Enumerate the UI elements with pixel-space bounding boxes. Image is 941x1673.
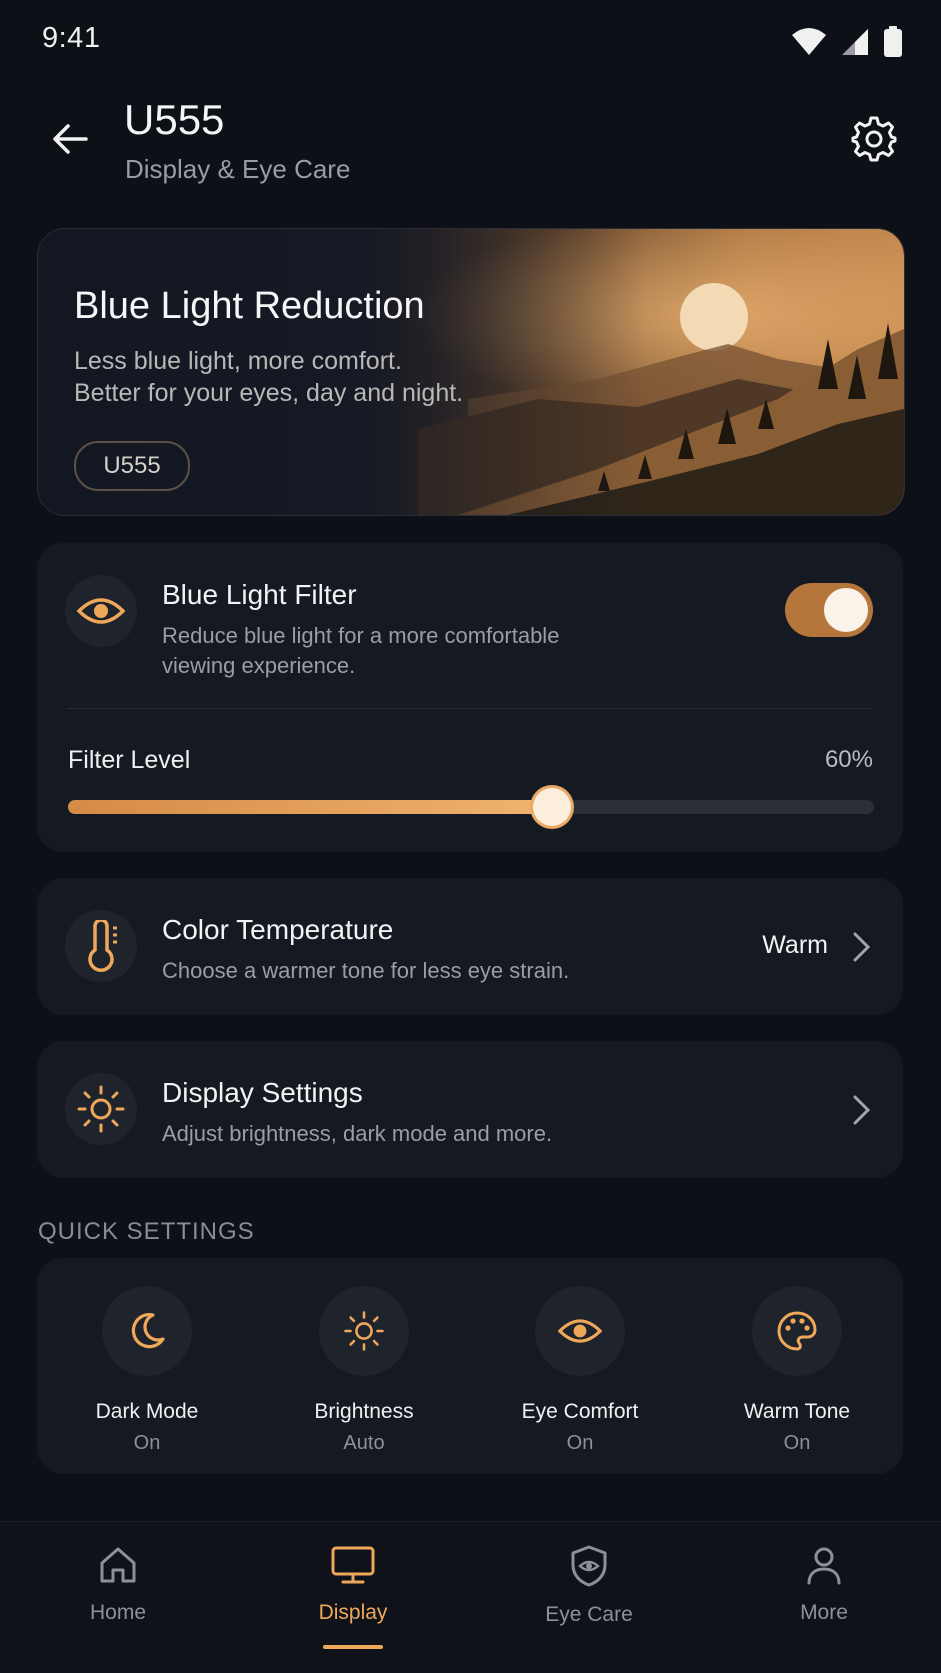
qs-value: On: [133, 1432, 161, 1454]
eye-icon-circle: [65, 575, 137, 647]
device-chip[interactable]: U555: [74, 441, 190, 491]
nav-display[interactable]: Display: [273, 1544, 433, 1625]
nav-eye-care[interactable]: Eye Care: [509, 1544, 669, 1627]
qs-label: Eye Comfort: [521, 1400, 639, 1423]
hero-line-2: Better for your eyes, day and night.: [74, 379, 464, 407]
quick-setting-eye-comfort[interactable]: Eye Comfort On: [480, 1286, 680, 1455]
back-arrow-icon[interactable]: [46, 115, 94, 163]
nav-label: Eye Care: [545, 1603, 633, 1626]
hero-line-1: Less blue light, more comfort.: [74, 347, 402, 375]
blue-light-filter-card: Blue Light Filter Reduce blue light for …: [37, 543, 903, 852]
monitor-icon: [331, 1546, 375, 1584]
color-temperature-card[interactable]: Color Temperature Choose a warmer tone f…: [37, 878, 903, 1015]
slider-knob[interactable]: [532, 788, 571, 826]
qs-label: Warm Tone: [743, 1400, 851, 1423]
nav-label: Home: [89, 1601, 147, 1624]
toggle-knob: [824, 588, 868, 632]
chevron-right-icon: [853, 932, 871, 962]
display-settings-title: Display Settings: [162, 1077, 363, 1108]
quick-setting-warm-tone[interactable]: Warm Tone On: [697, 1286, 897, 1455]
color-temp-desc: Choose a warmer tone for less eye strain…: [162, 958, 570, 983]
qs-value: On: [783, 1432, 811, 1454]
nav-home[interactable]: Home: [38, 1544, 198, 1625]
nav-label: More: [800, 1601, 848, 1624]
thermometer-icon: [88, 920, 117, 972]
nav-more[interactable]: More: [744, 1544, 904, 1625]
filter-desc-1: Reduce blue light for a more comfortable: [162, 623, 560, 648]
qs-value: Auto: [343, 1432, 385, 1454]
eye-icon: [558, 1319, 602, 1343]
bottom-navigation: Home Display Eye Care More: [0, 1521, 941, 1673]
quick-setting-dark-mode[interactable]: Dark Mode On: [47, 1286, 247, 1455]
sun-icon: [344, 1311, 384, 1351]
filter-title: Blue Light Filter: [162, 579, 357, 610]
page-subtitle: Display & Eye Care: [125, 154, 351, 184]
display-settings-desc: Adjust brightness, dark mode and more.: [162, 1121, 553, 1146]
status-icons: [791, 26, 903, 58]
battery-icon: [884, 26, 902, 57]
blue-light-toggle[interactable]: [785, 583, 873, 637]
color-temp-title: Color Temperature: [162, 914, 394, 945]
filter-level-value: 60%: [824, 746, 873, 773]
qs-label: Brightness: [314, 1400, 414, 1423]
quick-settings-panel: Dark Mode On Brightness Auto Eye Comfort…: [37, 1258, 903, 1474]
page-title: U555: [124, 96, 225, 143]
filter-desc-2: viewing experience.: [162, 653, 356, 678]
palette-icon: [777, 1311, 817, 1351]
eye-icon-circle: [535, 1286, 625, 1376]
signal-icon: [842, 29, 868, 55]
quick-setting-brightness[interactable]: Brightness Auto: [264, 1286, 464, 1455]
sun-icon: [77, 1085, 125, 1133]
moon-icon: [131, 1312, 165, 1349]
moon-icon-circle: [102, 1286, 192, 1376]
wifi-icon: [792, 28, 826, 55]
sun-icon-circle: [319, 1286, 409, 1376]
filter-level-label: Filter Level: [68, 746, 191, 774]
qs-value: On: [566, 1432, 594, 1454]
hero-title: Blue Light Reduction: [74, 285, 425, 327]
nav-label: Display: [318, 1601, 388, 1624]
quick-settings-label: QUICK SETTINGS: [38, 1218, 255, 1245]
palette-icon-circle: [752, 1286, 842, 1376]
slider-fill: [68, 800, 552, 814]
chevron-right-icon: [853, 1095, 871, 1125]
qs-label: Dark Mode: [95, 1400, 199, 1423]
shield-eye-icon: [571, 1545, 607, 1587]
eye-icon: [77, 598, 125, 624]
display-settings-card[interactable]: Display Settings Adjust brightness, dark…: [37, 1041, 903, 1178]
color-temp-value: Warm: [762, 931, 828, 959]
status-time: 9:41: [42, 22, 101, 54]
filter-level-slider[interactable]: [68, 788, 874, 826]
divider: [67, 708, 873, 709]
person-icon: [807, 1547, 841, 1585]
nav-active-indicator: [323, 1645, 383, 1649]
hero-banner: Blue Light Reduction Less blue light, mo…: [37, 228, 905, 516]
gear-icon[interactable]: [851, 116, 897, 162]
thermometer-icon-circle: [65, 910, 137, 982]
home-icon: [100, 1547, 136, 1583]
sun-icon-circle: [65, 1073, 137, 1145]
